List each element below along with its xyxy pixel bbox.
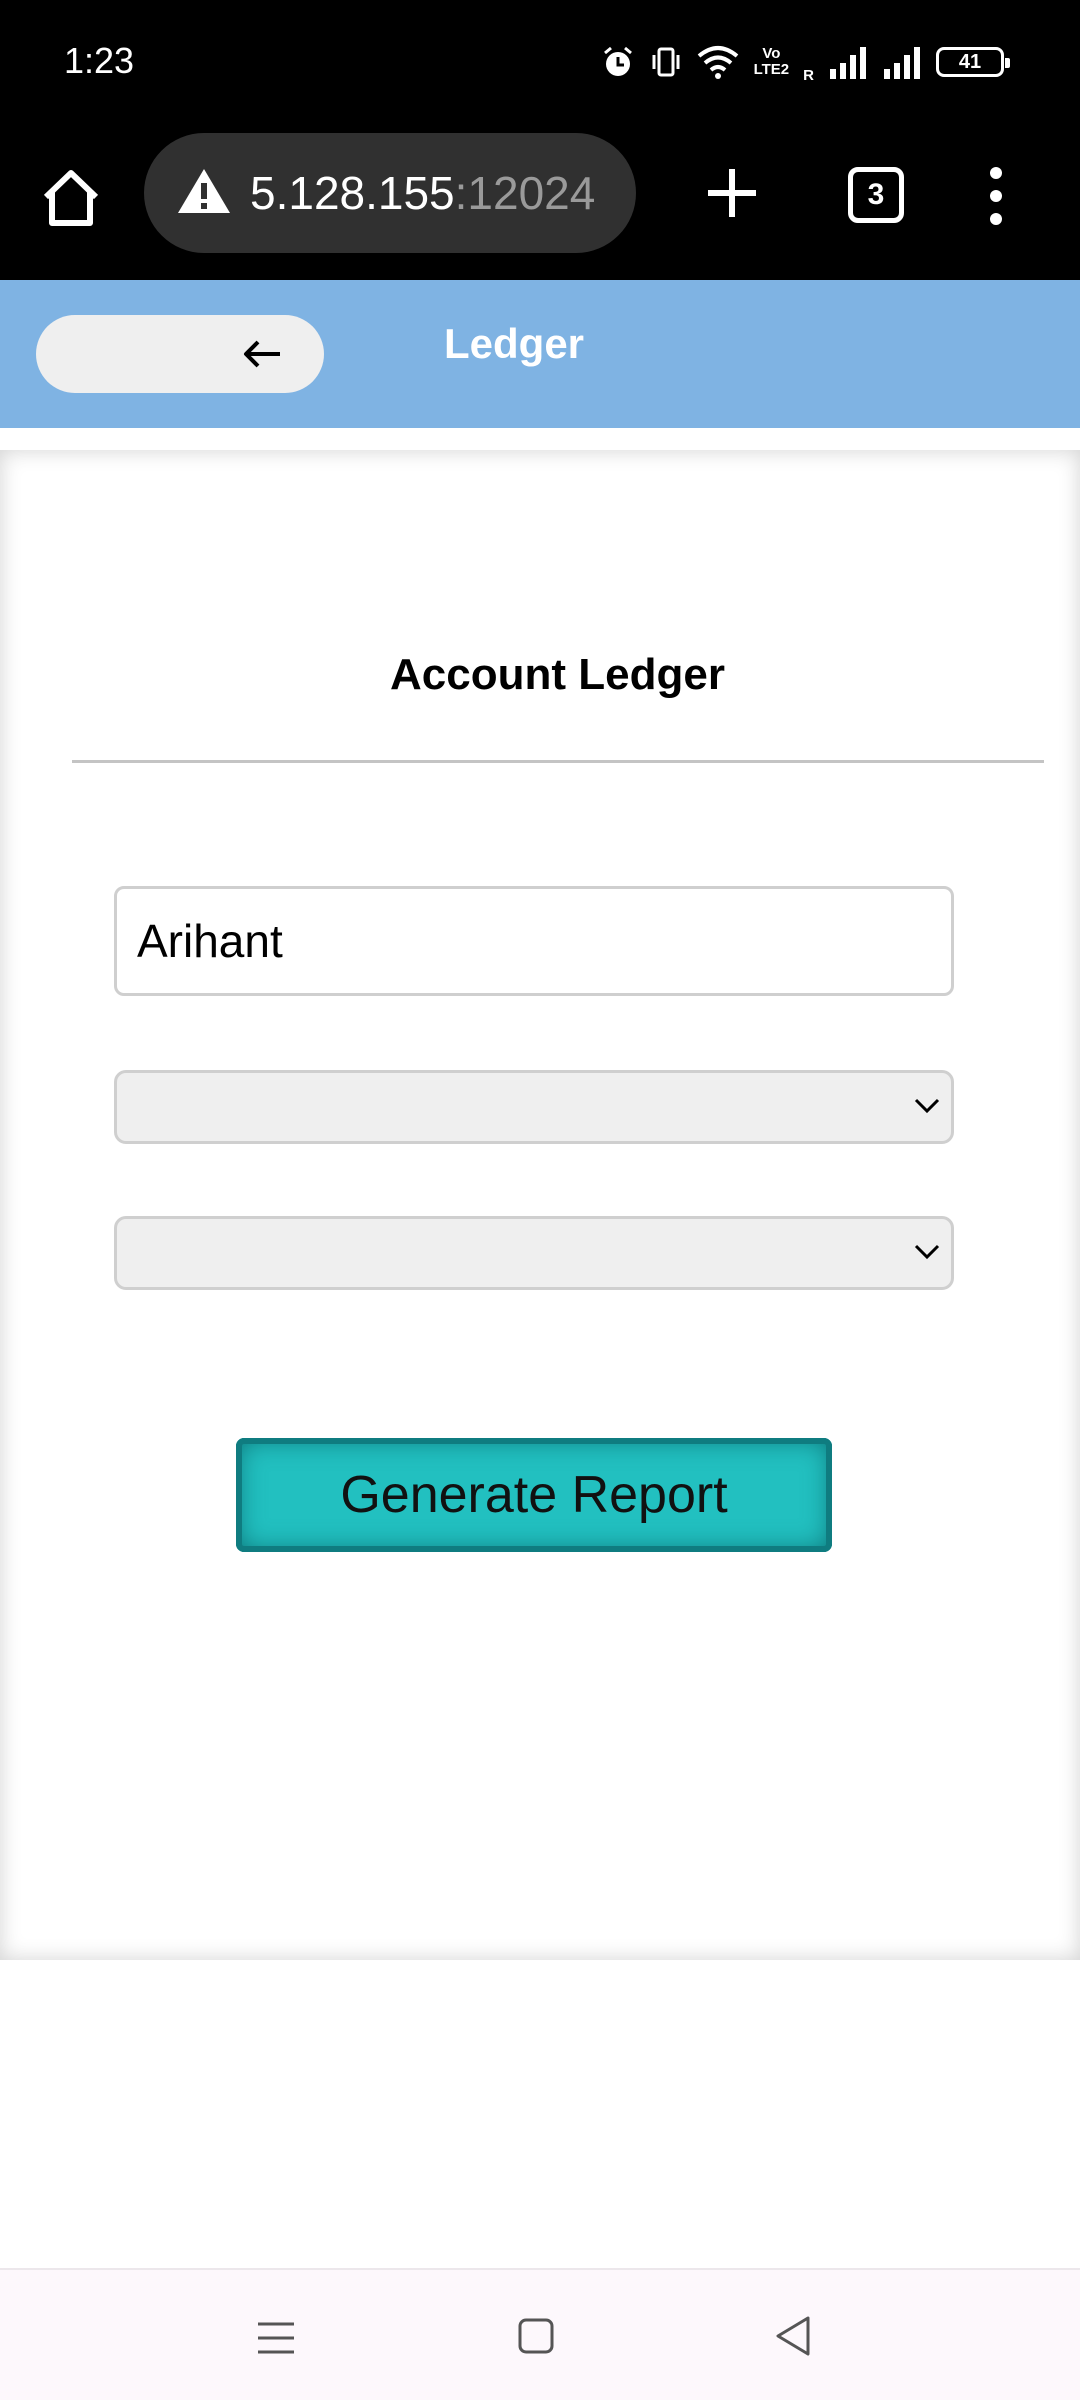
header-title: Ledger [444, 320, 585, 367]
account-name-value: Arihant [137, 915, 283, 967]
volte-bottom: LTE2 [753, 61, 790, 78]
tab-count: 3 [867, 178, 885, 211]
divider [72, 760, 1044, 763]
signal-icon [828, 45, 868, 79]
battery-icon: 41 [936, 47, 1010, 77]
system-nav-bar [0, 2268, 1080, 2400]
wifi-icon [696, 44, 740, 80]
select-dropdown-1[interactable] [114, 1070, 954, 1144]
signal-icon [882, 45, 922, 79]
url-host: 5.128.155 [250, 167, 455, 219]
ledger-form-card: Account Ledger Arihant Generate Report [0, 450, 1080, 1960]
tab-switcher-button[interactable]: 3 [848, 167, 904, 223]
home-square-icon[interactable] [516, 2316, 556, 2361]
arrow-left-icon [244, 340, 280, 368]
recents-icon[interactable] [256, 2318, 296, 2363]
volte-top: Vo [762, 45, 781, 62]
vibrate-icon [650, 44, 682, 80]
back-button[interactable] [36, 315, 324, 393]
app-header: Ledger [0, 280, 1080, 428]
status-time: 1:23 [64, 40, 135, 81]
page-title: Account Ledger [390, 650, 725, 699]
warning-icon[interactable] [176, 166, 232, 221]
generate-report-button[interactable]: Generate Report [236, 1438, 832, 1552]
alarm-icon [600, 44, 636, 80]
status-bar: 1:23 Vo LTE2 R 41 [0, 0, 1080, 125]
url-bar[interactable]: 5.128.155 :12024 [144, 133, 636, 253]
back-triangle-icon[interactable] [772, 2314, 812, 2363]
browser-toolbar: 5.128.155 :12024 3 [0, 125, 1080, 280]
chevron-down-icon [914, 1098, 940, 1114]
status-icons: Vo LTE2 R 41 [600, 40, 1010, 84]
roaming-label: R [803, 67, 814, 84]
more-vert-icon[interactable] [982, 163, 1010, 229]
volte-icon: Vo LTE2 [754, 46, 790, 78]
battery-level: 41 [958, 50, 982, 73]
home-icon[interactable] [38, 165, 104, 231]
generate-report-label: Generate Report [340, 1466, 728, 1524]
account-name-input[interactable]: Arihant [114, 886, 954, 996]
select-dropdown-2[interactable] [114, 1216, 954, 1290]
url-port: :12024 [454, 167, 596, 219]
plus-icon[interactable] [704, 165, 760, 221]
chevron-down-icon [914, 1244, 940, 1260]
